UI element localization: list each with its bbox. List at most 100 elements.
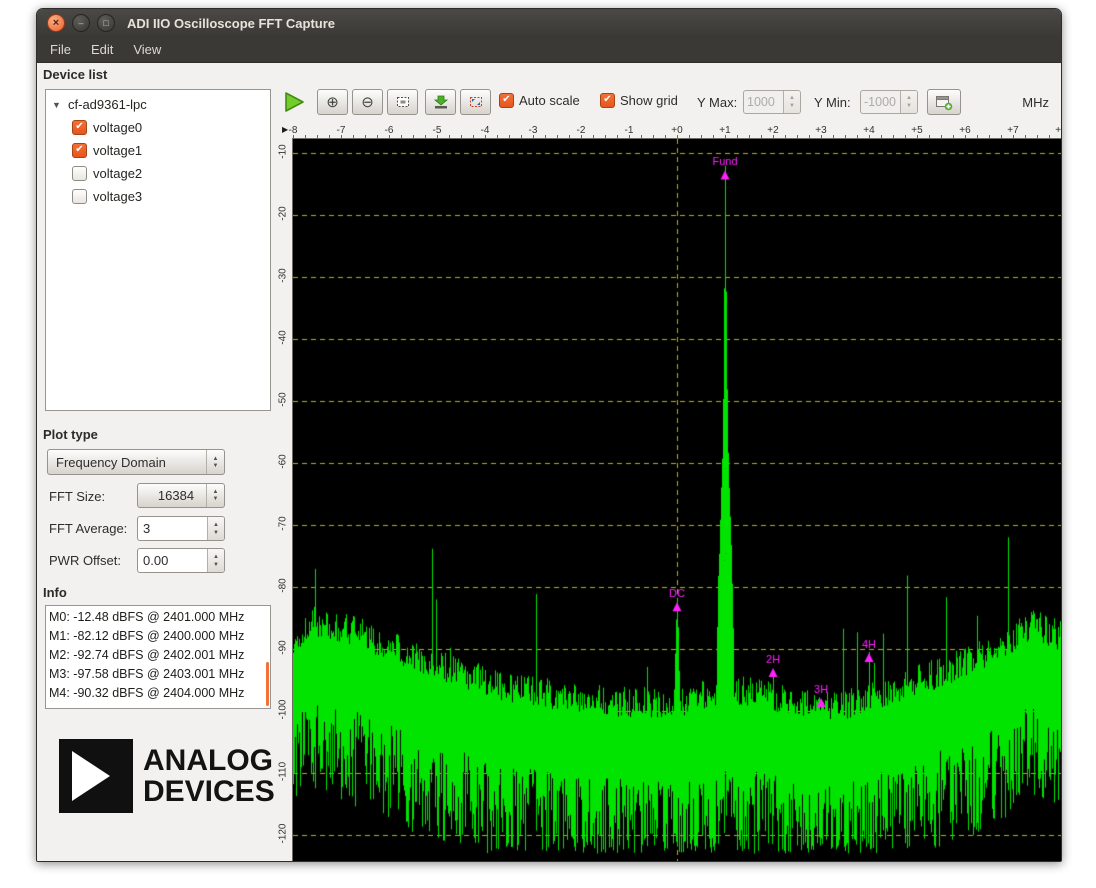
x-tick-label: -1 — [625, 125, 634, 136]
channel-row-voltage3[interactable]: ✔ voltage3 — [46, 185, 270, 208]
fft-plot[interactable] — [293, 139, 1061, 861]
capture-play-button[interactable] — [279, 89, 309, 115]
check-icon: ✔ — [502, 95, 510, 105]
menu-view[interactable]: View — [124, 39, 170, 60]
x-tick-label: +8 — [1055, 125, 1062, 136]
adi-logo-text: ANALOG DEVICES — [143, 745, 275, 807]
fullscreen-button[interactable] — [460, 89, 491, 115]
x-tick-label: +3 — [815, 125, 826, 136]
x-tick-label: -4 — [481, 125, 490, 136]
info-label: Info — [43, 585, 67, 600]
plot-type-label: Plot type — [43, 427, 98, 442]
show-grid-checkbox[interactable]: ✔ Show grid — [600, 93, 678, 108]
main-content: Device list ▼ cf-ad9361-lpc ✔ voltage0 ✔… — [37, 63, 1061, 861]
voltage2-checkbox[interactable]: ✔ — [72, 166, 87, 181]
pwr-offset-input[interactable] — [138, 549, 207, 572]
plot-toolbar: ⊕ ⊖ — [273, 87, 1062, 117]
marker-info-line: M1: -82.12 dBFS @ 2400.000 MHz — [49, 627, 270, 646]
channel-row-voltage1[interactable]: ✔ voltage1 — [46, 139, 270, 162]
check-icon: ✔ — [603, 95, 611, 105]
new-plot-button[interactable] — [927, 89, 961, 115]
marker-info-line: M3: -97.58 dBFS @ 2403.001 MHz — [49, 665, 270, 684]
x-tick-label: +4 — [863, 125, 874, 136]
channel-label[interactable]: voltage3 — [93, 189, 142, 204]
voltage3-checkbox[interactable]: ✔ — [72, 189, 87, 204]
zoom-in-button[interactable]: ⊕ — [317, 89, 348, 115]
save-capture-button[interactable] — [425, 89, 456, 115]
y-tick-label: -70 — [278, 507, 289, 541]
scrollbar-thumb[interactable] — [266, 662, 269, 706]
logo-line: ANALOG — [143, 745, 275, 776]
checkbox-box: ✔ — [499, 93, 514, 108]
zoom-fit-button[interactable] — [387, 89, 418, 115]
voltage1-checkbox[interactable]: ✔ — [72, 143, 87, 158]
combo-arrows-icon: ▲▼ — [206, 484, 224, 507]
y-tick-label: -120 — [278, 817, 289, 851]
x-tick-label: +5 — [911, 125, 922, 136]
stepper-arrows-icon: ▲▼ — [783, 91, 800, 113]
marker-info-line: M4: -90.32 dBFS @ 2404.000 MHz — [49, 684, 270, 703]
app-window: × – □ ADI IIO Oscilloscope FFT Capture F… — [36, 8, 1062, 862]
logo-line: DEVICES — [143, 776, 275, 807]
menubar: File Edit View — [37, 37, 1061, 63]
zoom-out-icon: ⊖ — [361, 95, 374, 110]
capture-arrow-icon — [433, 94, 449, 110]
y-axis: -10-20-30-40-50-60-70-80-90-100-110-120 — [273, 139, 293, 861]
y-min-label: Y Min: — [814, 95, 851, 110]
fft-size-label: FFT Size: — [49, 489, 105, 504]
fullscreen-icon — [468, 94, 484, 110]
fft-average-stepper[interactable]: ▲▼ — [137, 516, 225, 541]
x-axis: -8-7-6-5-4-3-2-1+0+1+2+3+4+5+6+7+8 — [293, 121, 1061, 139]
expander-icon[interactable]: ▼ — [52, 100, 62, 110]
y-min-field[interactable]: ▲▼ — [860, 90, 918, 114]
device-tree-root[interactable]: ▼ cf-ad9361-lpc — [46, 93, 270, 116]
zoom-out-button[interactable]: ⊖ — [352, 89, 383, 115]
close-button[interactable]: × — [47, 14, 65, 32]
y-tick-label: -80 — [278, 569, 289, 603]
titlebar[interactable]: × – □ ADI IIO Oscilloscope FFT Capture — [37, 9, 1061, 37]
adi-triangle-icon — [59, 739, 133, 813]
stepper-arrows-icon[interactable]: ▲▼ — [207, 517, 224, 540]
menu-file[interactable]: File — [41, 39, 80, 60]
channel-label[interactable]: voltage0 — [93, 120, 142, 135]
channel-row-voltage0[interactable]: ✔ voltage0 — [46, 116, 270, 139]
x-tick-label: -5 — [433, 125, 442, 136]
check-icon: ✔ — [75, 122, 83, 132]
y-tick-label: -10 — [278, 135, 289, 169]
y-tick-label: -100 — [278, 693, 289, 727]
stepper-arrows-icon[interactable]: ▲▼ — [207, 549, 224, 572]
marker-info-line: M0: -12.48 dBFS @ 2401.000 MHz — [49, 608, 270, 627]
device-name: cf-ad9361-lpc — [68, 97, 147, 112]
marker-info-line: M2: -92.74 dBFS @ 2402.001 MHz — [49, 646, 270, 665]
sidebar: Device list ▼ cf-ad9361-lpc ✔ voltage0 ✔… — [37, 63, 273, 861]
minimize-button[interactable]: – — [72, 14, 90, 32]
zoom-fit-icon — [395, 94, 411, 110]
y-tick-label: -50 — [278, 383, 289, 417]
fft-size-select[interactable]: 16384 ▲▼ — [137, 483, 225, 508]
show-grid-label: Show grid — [620, 93, 678, 108]
fft-average-input[interactable] — [138, 517, 207, 540]
y-min-input[interactable] — [861, 91, 900, 113]
y-max-input[interactable] — [744, 91, 783, 113]
x-tick-label: -7 — [337, 125, 346, 136]
auto-scale-label: Auto scale — [519, 93, 580, 108]
x-tick-label: +7 — [1007, 125, 1018, 136]
maximize-button[interactable]: □ — [97, 14, 115, 32]
frequency-unit-label: MHz — [1022, 95, 1049, 110]
zoom-in-icon: ⊕ — [326, 95, 339, 110]
new-plot-icon — [935, 94, 953, 111]
channel-label[interactable]: voltage2 — [93, 166, 142, 181]
x-tick-label: -6 — [385, 125, 394, 136]
pwr-offset-stepper[interactable]: ▲▼ — [137, 548, 225, 573]
channel-row-voltage2[interactable]: ✔ voltage2 — [46, 162, 270, 185]
menu-edit[interactable]: Edit — [82, 39, 122, 60]
plot-type-select[interactable]: Frequency Domain ▲▼ — [47, 449, 225, 475]
fft-average-label: FFT Average: — [49, 521, 127, 536]
voltage0-checkbox[interactable]: ✔ — [72, 120, 87, 135]
auto-scale-checkbox[interactable]: ✔ Auto scale — [499, 93, 580, 108]
y-max-field[interactable]: ▲▼ — [743, 90, 801, 114]
ruler-marker-icon: ▶ — [282, 125, 288, 134]
x-tick-label: -8 — [289, 125, 298, 136]
pwr-offset-label: PWR Offset: — [49, 553, 121, 568]
channel-label[interactable]: voltage1 — [93, 143, 142, 158]
